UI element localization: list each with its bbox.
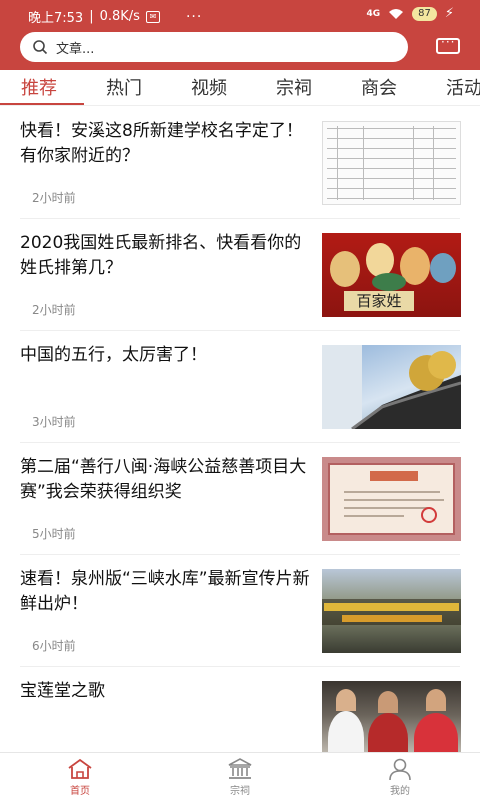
nav-ancestral-hall[interactable]: 宗祠: [210, 757, 270, 797]
more-notifications-icon: ···: [185, 8, 203, 25]
article-thumbnail: [322, 569, 461, 653]
tab-activity[interactable]: 活动: [446, 74, 480, 100]
article-thumbnail: [322, 345, 461, 429]
article-thumbnail: 百家姓: [322, 233, 461, 317]
status-time: 晚上7:53: [28, 11, 84, 26]
tab-hot[interactable]: 热门: [106, 74, 142, 100]
article-thumbnail: [322, 457, 461, 541]
article-feed: 快看！安溪这8所新建学校名字定了！有你家附近的？ 2小时前 2020我国姓氏最新…: [0, 107, 480, 752]
article-title: 中国的五行，太厉害了！: [20, 345, 207, 365]
notification-icon: ✉: [145, 10, 160, 23]
bottom-navigation: 首页 宗祠 我的: [0, 752, 480, 800]
tab-chamber[interactable]: 商会: [361, 74, 397, 100]
article-title: 宝莲堂之歌: [20, 681, 105, 701]
category-tabs: 推荐 热门 视频 宗祠 商会 活动: [0, 70, 480, 106]
battery-icon: 87: [412, 6, 437, 21]
network-speed: 0.8K/s: [99, 9, 140, 24]
message-icon[interactable]: [436, 35, 460, 54]
active-tab-indicator: [0, 103, 84, 105]
nav-mine[interactable]: 我的: [370, 757, 430, 797]
article-item[interactable]: 快看！安溪这8所新建学校名字定了！有你家附近的？ 2小时前: [0, 107, 480, 219]
article-item[interactable]: 宝莲堂之歌: [0, 667, 480, 752]
signal-icon: 4G: [366, 8, 381, 19]
nav-home[interactable]: 首页: [50, 757, 110, 797]
article-item[interactable]: 第二届“善行八闽·海峡公益慈善项目大赛”我会荣获得组织奖 5小时前: [0, 443, 480, 555]
article-title: 快看！安溪这8所新建学校名字定了！有你家附近的？: [20, 121, 303, 166]
nav-mine-label: 我的: [390, 786, 410, 797]
article-title: 速看！泉州版“三峡水库”最新宣传片新鲜出炉！: [20, 569, 310, 614]
status-bar: 晚上7:53 | 0.8K/s ✉ ··· 4G 87 ⚡: [28, 6, 454, 26]
app-header: 晚上7:53 | 0.8K/s ✉ ··· 4G 87 ⚡ 文章...: [0, 0, 480, 70]
wifi-icon: [389, 8, 404, 19]
article-item[interactable]: 速看！泉州版“三峡水库”最新宣传片新鲜出炉！ 6小时前: [0, 555, 480, 667]
article-thumbnail: [322, 121, 461, 205]
home-icon: [68, 758, 92, 779]
tab-video[interactable]: 视频: [191, 74, 227, 100]
article-time: 3小时前: [32, 415, 76, 429]
article-thumbnail: [322, 681, 461, 752]
article-title: 2020我国姓氏最新排名、快看看你的姓氏排第几？: [20, 233, 302, 278]
article-time: 2小时前: [32, 303, 76, 317]
nav-ancestral-hall-label: 宗祠: [230, 786, 250, 797]
article-title: 第二届“善行八闽·海峡公益慈善项目大赛”我会荣获得组织奖: [20, 457, 307, 502]
nav-home-label: 首页: [70, 786, 90, 797]
article-time: 2小时前: [32, 191, 76, 205]
temple-icon: [228, 758, 252, 779]
article-item[interactable]: 2020我国姓氏最新排名、快看看你的姓氏排第几？ 2小时前 百家姓: [0, 219, 480, 331]
baijiaxing-banner: 百家姓: [344, 291, 414, 311]
article-time: 6小时前: [32, 639, 76, 653]
charging-icon: ⚡: [444, 6, 454, 21]
tab-ancestral-hall[interactable]: 宗祠: [276, 74, 312, 100]
search-placeholder: 文章...: [56, 41, 95, 57]
search-icon: [33, 40, 48, 55]
article-time: 5小时前: [32, 527, 76, 541]
tab-recommend[interactable]: 推荐: [21, 74, 57, 100]
article-item[interactable]: 中国的五行，太厉害了！ 3小时前: [0, 331, 480, 443]
user-icon: [389, 758, 411, 781]
search-bar[interactable]: 文章...: [20, 32, 408, 62]
